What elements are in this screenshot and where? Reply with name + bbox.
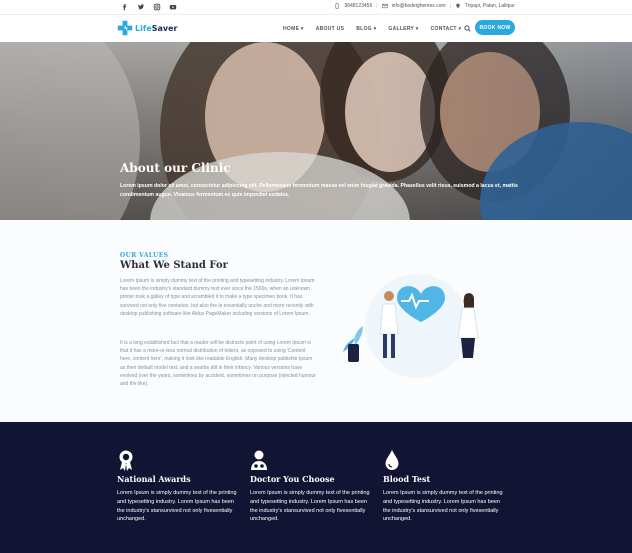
hero-banner: About our Clinic Lorem ipsum dolor sit a… [0,42,632,220]
features-section: National Awards Lorem Ipsum is simply du… [0,422,632,553]
location-pin-icon [456,3,460,9]
nav-item-gallery[interactable]: GALLERY ▾ [388,26,418,32]
contact-info: 9848123456 | info@bodeighemes.com | Trip… [334,3,515,9]
book-now-button[interactable]: BOOK NOW [475,20,515,35]
facebook-icon[interactable] [121,3,129,11]
hero-text: Lorem ipsum dolor sit amet, consectetur … [120,183,518,198]
feature-title: National Awards [117,474,191,484]
email-address[interactable]: info@bodeighemes.com [392,3,446,9]
feature-text: Lorem Ipsum is simply dummy text of the … [117,490,237,523]
nav-item-about-us[interactable]: ABOUT US [316,26,345,32]
phone-number[interactable]: 9848123456 [344,3,372,9]
search-icon[interactable] [464,25,471,32]
blood-drop-icon [385,450,399,470]
feature-text: Lorem Ipsum is simply dummy text of the … [383,490,503,523]
nav-item-home[interactable]: HOME ▾ [283,26,304,32]
email-icon [381,3,388,9]
logo-text: LifeSaver [135,23,178,33]
social-links [121,3,177,11]
section-eyebrow: OUR VALUES [120,252,169,259]
doctor-icon [251,450,267,470]
nav-item-blog[interactable]: BLOG ▾ [356,26,376,32]
section-title: What We Stand For [120,260,228,271]
doctors-illustration [343,274,479,378]
nav-menu: HOME ▾ ABOUT US BLOG ▾ GALLERY ▾ CONTACT… [283,26,461,32]
feature-doctor-you-choose: Doctor You Choose Lorem Ipsum is simply … [250,449,374,524]
feature-national-awards: National Awards Lorem Ipsum is simply du… [117,449,241,524]
values-paragraph-1: Lorem Ipsum is simply dummy text of the … [120,278,315,317]
logo[interactable]: LifeSaver [117,20,178,36]
values-paragraph-2: It is a long established fact that a rea… [120,340,316,388]
hero-title: About our Clinic [120,161,231,175]
divider: | [449,3,451,9]
phone-icon [335,3,339,9]
twitter-icon[interactable] [137,3,145,11]
top-bar: 9848123456 | info@bodeighemes.com | Trip… [0,0,632,14]
location-text: Tripapi, Patan, Lalitpur [464,3,515,9]
award-ribbon-icon [119,450,133,471]
feature-text: Lorem Ipsum is simply dummy text of the … [250,490,370,523]
values-section: OUR VALUES What We Stand For Lorem Ipsum… [0,220,632,422]
main-navbar: LifeSaver HOME ▾ ABOUT US BLOG ▾ GALLERY… [0,14,632,42]
divider: | [376,3,378,9]
feature-title: Blood Test [383,474,431,484]
nav-item-contact[interactable]: CONTACT ▾ [431,26,462,32]
instagram-icon[interactable] [153,3,161,11]
feature-title: Doctor You Choose [250,474,335,484]
feature-blood-test: Blood Test Lorem Ipsum is simply dummy t… [383,449,507,524]
youtube-icon[interactable] [169,3,177,11]
logo-cross-icon [117,20,133,36]
